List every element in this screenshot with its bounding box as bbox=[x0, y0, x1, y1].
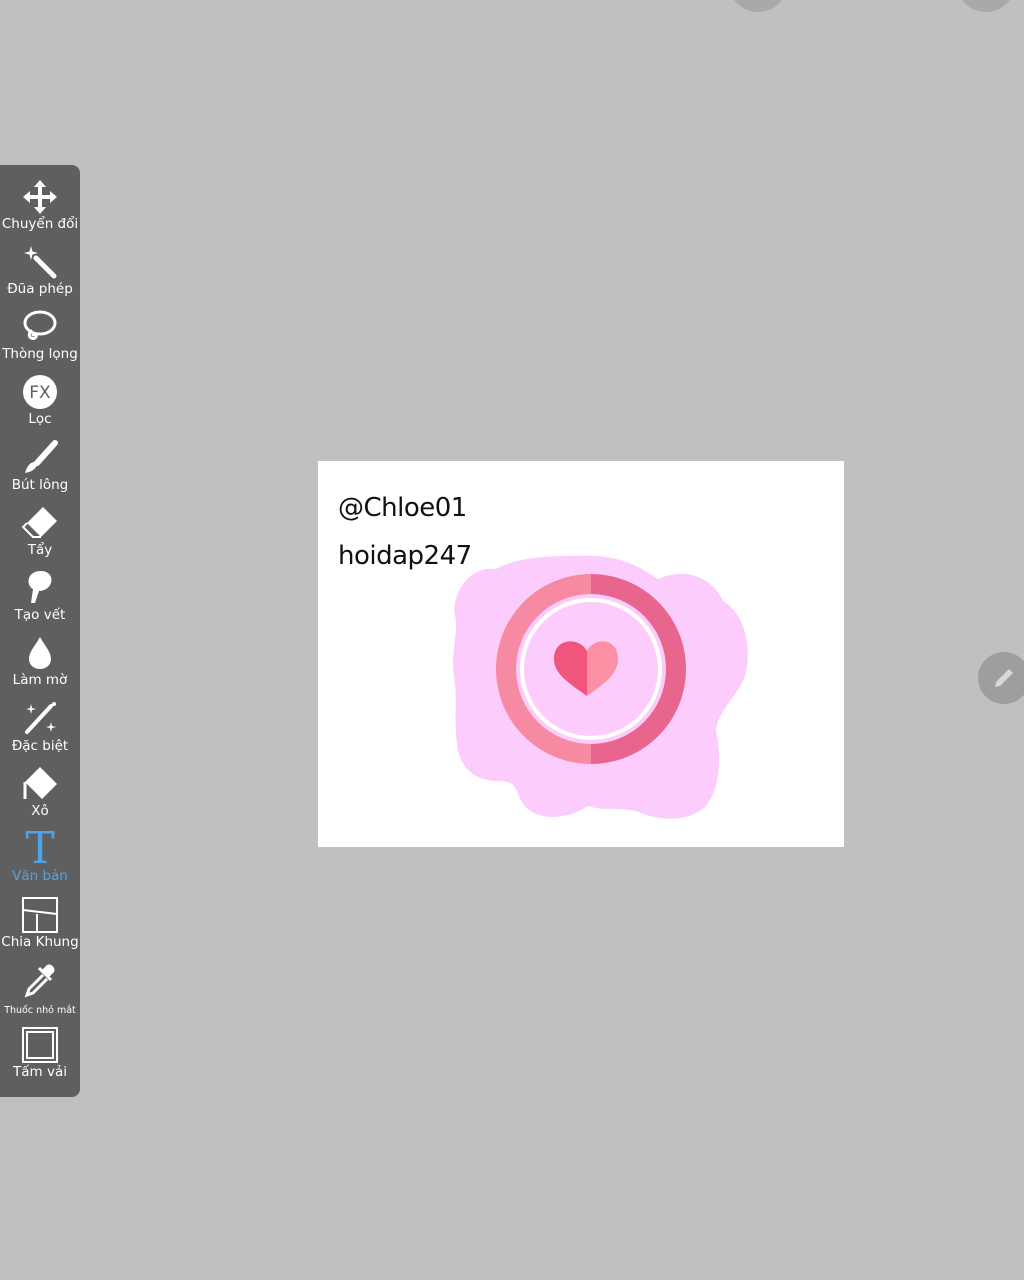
blur-drop-icon bbox=[18, 633, 62, 673]
tool-blur[interactable]: Làm mờ bbox=[0, 633, 80, 697]
pencil-icon bbox=[995, 669, 1013, 687]
tool-label: Tấm vải bbox=[13, 1064, 67, 1080]
heart-sticker-artwork bbox=[453, 555, 748, 819]
smudge-icon bbox=[18, 568, 62, 608]
tool-label: Tẩy bbox=[27, 542, 53, 558]
tool-label: Đặc biệt bbox=[11, 738, 69, 754]
top-right-round-button[interactable] bbox=[958, 0, 1014, 12]
fx-filter-icon: FX bbox=[18, 372, 62, 412]
tool-magic-wand[interactable]: Đũa phép bbox=[0, 242, 80, 306]
tool-special[interactable]: Đặc biệt bbox=[0, 699, 80, 763]
tool-palette: Chuyển đổi Đũa phép Thòng lọng FX Lọc Bú… bbox=[0, 165, 80, 1097]
tool-brush[interactable]: Bút lông bbox=[0, 438, 80, 502]
text-icon: T bbox=[18, 823, 62, 874]
tool-filter[interactable]: FX Lọc bbox=[0, 372, 80, 436]
tool-transform[interactable]: Chuyển đổi bbox=[0, 177, 80, 241]
tool-text[interactable]: T Văn bản bbox=[0, 823, 80, 893]
top-left-round-button[interactable] bbox=[730, 0, 786, 12]
tool-label: Thòng lọng bbox=[2, 346, 78, 362]
tool-eyedropper[interactable]: Thuốc nhỏ mắt bbox=[0, 960, 80, 1024]
drawing-canvas[interactable]: @Chloe01 hoidap247 bbox=[318, 461, 844, 847]
canvas-icon bbox=[18, 1025, 62, 1065]
eraser-icon bbox=[18, 503, 62, 543]
tool-lasso[interactable]: Thòng lọng bbox=[0, 307, 80, 371]
frame-divider-icon bbox=[18, 895, 62, 935]
pink-blob-shape bbox=[453, 555, 748, 819]
lasso-icon bbox=[18, 307, 62, 347]
tool-label: Chuyển đổi bbox=[1, 216, 79, 232]
tool-frame-divider[interactable]: Chia Khung bbox=[0, 895, 80, 959]
tool-label: Xô bbox=[31, 803, 49, 819]
magic-wand-icon bbox=[18, 242, 62, 282]
bucket-icon bbox=[18, 764, 62, 804]
tool-label: Đũa phép bbox=[7, 281, 73, 297]
tool-canvas[interactable]: Tấm vải bbox=[0, 1025, 80, 1089]
tool-label: Thuốc nhỏ mắt bbox=[4, 1005, 76, 1016]
tool-label: Tạo vết bbox=[14, 607, 66, 623]
tool-label: Bút lông bbox=[11, 477, 69, 493]
sparkle-wand-icon bbox=[18, 699, 62, 739]
text-glyph: T bbox=[25, 823, 55, 874]
tool-label: Lọc bbox=[28, 411, 52, 427]
tool-label: Văn bản bbox=[12, 868, 68, 884]
brush-icon bbox=[18, 438, 62, 478]
tool-label: Làm mờ bbox=[12, 672, 68, 688]
tool-label: Chia Khung bbox=[1, 934, 79, 950]
tool-bucket[interactable]: Xô bbox=[0, 764, 80, 828]
eyedropper-icon bbox=[18, 960, 62, 1000]
fx-glyph: FX bbox=[29, 383, 51, 403]
tool-eraser[interactable]: Tẩy bbox=[0, 503, 80, 567]
edit-pencil-button[interactable] bbox=[978, 652, 1024, 704]
tool-smudge[interactable]: Tạo vết bbox=[0, 568, 80, 632]
move-icon bbox=[18, 177, 62, 217]
